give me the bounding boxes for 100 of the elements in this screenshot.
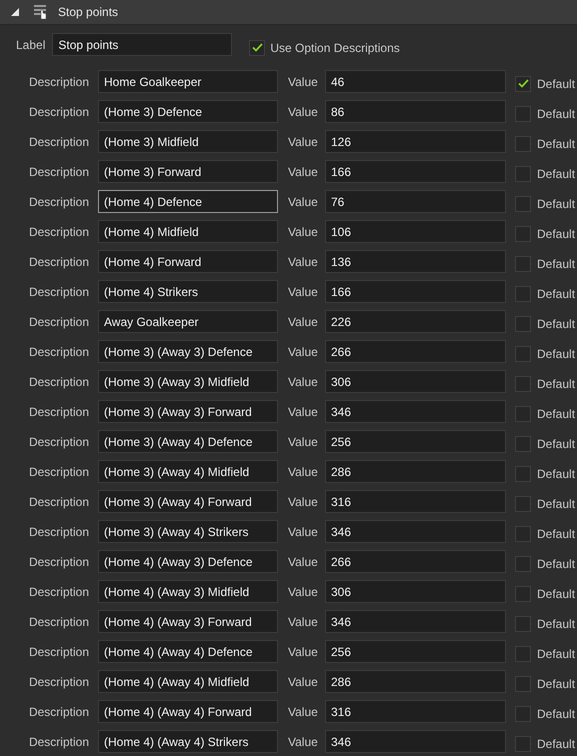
checkbox-label: Default xyxy=(537,106,576,120)
checkbox[interactable] xyxy=(515,496,531,512)
description-field[interactable]: (Home 4) (Away 4) Midfield xyxy=(98,670,278,693)
value-label: Value xyxy=(288,284,318,298)
value-field[interactable]: 86 xyxy=(325,100,506,123)
description-field[interactable]: (Home 3) (Away 4) Strikers xyxy=(98,520,278,543)
description-field[interactable]: (Home 3) Midfield xyxy=(98,130,278,153)
value-field[interactable]: 76 xyxy=(325,190,506,213)
checkbox[interactable] xyxy=(515,736,531,752)
checkbox[interactable] xyxy=(515,76,531,92)
description-field[interactable]: (Home 3) (Away 4) Forward xyxy=(98,490,278,513)
value-field[interactable]: 306 xyxy=(325,580,506,603)
description-label: Description xyxy=(28,734,89,748)
checkbox[interactable] xyxy=(515,106,531,122)
checkbox[interactable] xyxy=(515,346,531,362)
value-label: Value xyxy=(288,254,318,268)
value-field[interactable]: 266 xyxy=(325,340,506,363)
checkbox[interactable] xyxy=(515,616,531,632)
value-field[interactable]: 346 xyxy=(325,610,506,633)
value-label: Value xyxy=(288,224,318,238)
description-field[interactable]: (Home 3) Forward xyxy=(98,160,278,183)
checkbox[interactable] xyxy=(515,586,531,602)
description-field[interactable]: (Home 4) (Away 3) Forward xyxy=(98,610,278,633)
value-field[interactable]: 166 xyxy=(325,280,506,303)
description-field[interactable]: (Home 4) Midfield xyxy=(98,220,278,243)
description-field[interactable]: (Home 3) (Away 3) Defence xyxy=(98,340,278,363)
value-label: Value xyxy=(288,374,318,388)
label-field[interactable]: Stop points xyxy=(52,33,232,56)
value-field[interactable]: 316 xyxy=(325,700,506,723)
checkbox[interactable] xyxy=(515,316,531,332)
checkbox[interactable] xyxy=(515,706,531,722)
checkbox-label: Default xyxy=(537,556,576,570)
value-field[interactable]: 126 xyxy=(325,130,506,153)
checkbox-label: Default xyxy=(537,136,576,150)
value-label: Value xyxy=(288,734,318,748)
description-label: Description xyxy=(28,104,89,118)
collapse-triangle-icon[interactable] xyxy=(11,8,19,16)
description-label: Description xyxy=(28,134,89,148)
checkbox[interactable] xyxy=(515,646,531,662)
value-label: Value xyxy=(288,74,318,88)
value-field[interactable]: 346 xyxy=(325,400,506,423)
description-field[interactable]: (Home 3) (Away 3) Forward xyxy=(98,400,278,423)
value-field[interactable]: 286 xyxy=(325,670,506,693)
value-field[interactable]: 306 xyxy=(325,370,506,393)
description-field[interactable]: (Home 3) Defence xyxy=(98,100,278,123)
value-field[interactable]: 46 xyxy=(325,70,506,93)
checkbox-label: Default xyxy=(537,646,576,660)
description-field[interactable]: (Home 3) (Away 4) Midfield xyxy=(98,460,278,483)
value-field[interactable]: 256 xyxy=(325,640,506,663)
checkbox[interactable] xyxy=(515,226,531,242)
description-field[interactable]: (Home 4) (Away 4) Defence xyxy=(98,640,278,663)
checkbox[interactable] xyxy=(515,256,531,272)
checkbox[interactable] xyxy=(515,556,531,572)
checkbox-label: Default xyxy=(537,196,576,210)
checkbox[interactable] xyxy=(515,676,531,692)
description-field[interactable]: Home Goalkeeper xyxy=(98,70,278,93)
checkbox[interactable] xyxy=(515,286,531,302)
checkbox-label: Use Option Descriptions xyxy=(270,40,400,54)
description-label: Description xyxy=(28,704,89,718)
value-field[interactable]: 346 xyxy=(325,730,506,753)
value-field[interactable]: 106 xyxy=(325,220,506,243)
checkbox[interactable] xyxy=(515,136,531,152)
checkbox[interactable] xyxy=(515,526,531,542)
description-field[interactable]: Away Goalkeeper xyxy=(98,310,278,333)
value-field[interactable]: 286 xyxy=(325,460,506,483)
description-field[interactable]: (Home 4) Strikers xyxy=(98,280,278,303)
value-field[interactable]: 266 xyxy=(325,550,506,573)
checkbox-label: Default xyxy=(537,496,576,510)
checkbox[interactable] xyxy=(515,196,531,212)
checkbox[interactable] xyxy=(515,466,531,482)
checkbox-label: Default xyxy=(537,166,576,180)
description-label: Description xyxy=(28,314,89,328)
checkbox[interactable] xyxy=(515,406,531,422)
checkbox[interactable] xyxy=(515,436,531,452)
value-label: Value xyxy=(288,524,318,538)
checkbox-label: Default xyxy=(537,346,576,360)
description-field[interactable]: (Home 4) (Away 3) Midfield xyxy=(98,580,278,603)
value-field[interactable]: 136 xyxy=(325,250,506,273)
value-field[interactable]: 226 xyxy=(325,310,506,333)
description-label: Description xyxy=(28,74,89,88)
value-field[interactable]: 166 xyxy=(325,160,506,183)
description-field[interactable]: (Home 3) (Away 4) Defence xyxy=(98,430,278,453)
description-field[interactable]: (Home 4) (Away 4) Strikers xyxy=(98,730,278,753)
checkbox[interactable] xyxy=(515,166,531,182)
value-field[interactable]: 346 xyxy=(325,520,506,543)
description-field[interactable]: (Home 4) (Away 4) Forward xyxy=(98,700,278,723)
checkbox[interactable] xyxy=(249,40,266,56)
value-field[interactable]: 316 xyxy=(325,490,506,513)
description-field[interactable]: (Home 3) (Away 3) Midfield xyxy=(98,370,278,393)
description-field[interactable]: (Home 4) Defence xyxy=(98,190,278,213)
description-label: Description xyxy=(28,344,89,358)
description-field[interactable]: (Home 4) (Away 3) Defence xyxy=(98,550,278,573)
value-label: Value xyxy=(288,584,318,598)
checkbox-label: Default xyxy=(537,736,576,750)
value-field[interactable]: 256 xyxy=(325,430,506,453)
description-field[interactable]: (Home 4) Forward xyxy=(98,250,278,273)
checkbox[interactable] xyxy=(515,376,531,392)
value-label: Value xyxy=(288,194,318,208)
description-label: Description xyxy=(28,644,89,658)
value-label: Value xyxy=(288,674,318,688)
